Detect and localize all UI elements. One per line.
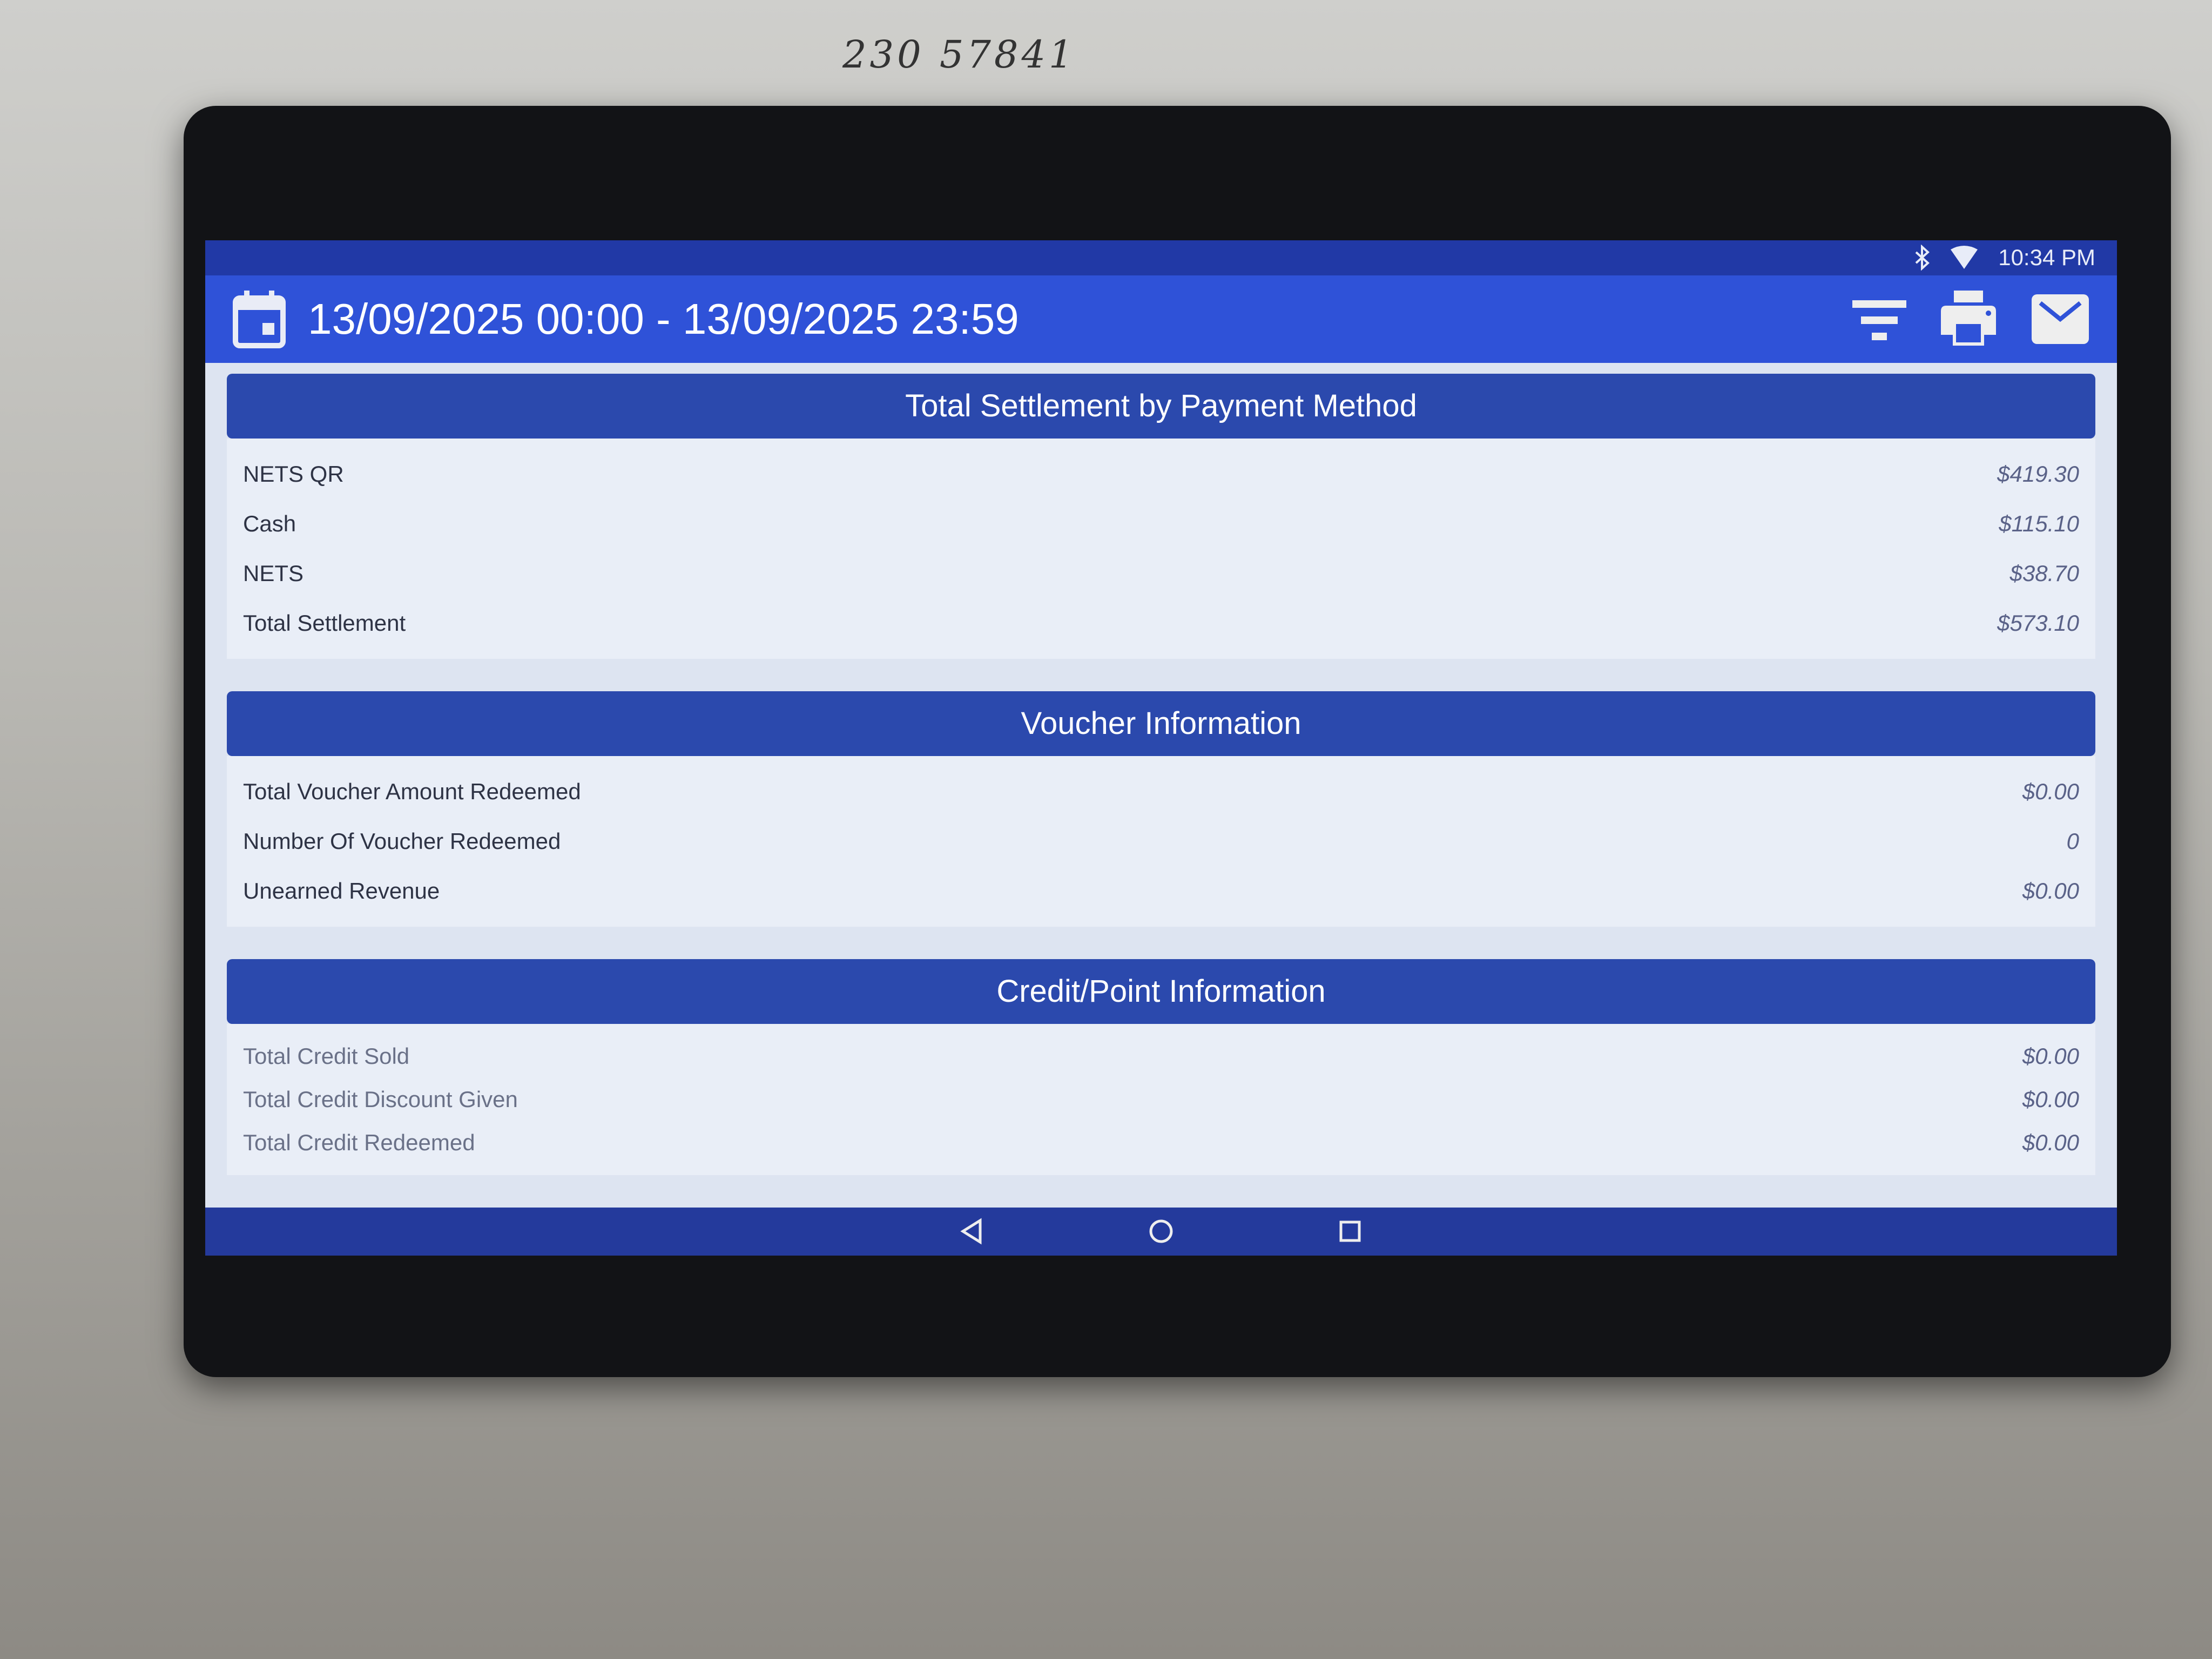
section-header: Credit/Point Information (227, 959, 2095, 1024)
settlement-section: Total Settlement by Payment Method NETS … (227, 373, 2095, 659)
table-row: Total Credit Discount Given $0.00 (243, 1078, 2079, 1121)
home-icon[interactable] (1148, 1218, 1175, 1245)
table-row: Cash $115.10 (243, 499, 2079, 549)
back-icon[interactable] (959, 1218, 986, 1245)
row-value: 0 (2066, 828, 2079, 854)
tablet-screen: 10:34 PM 13/09/2025 00:00 - 13/09/2025 2… (205, 240, 2117, 1256)
voucher-section: Voucher Information Total Voucher Amount… (227, 691, 2095, 927)
table-row: Unearned Revenue $0.00 (243, 866, 2079, 916)
row-value: $419.30 (1997, 461, 2079, 487)
table-row: NETS $38.70 (243, 549, 2079, 598)
status-time: 10:34 PM (1998, 245, 2095, 271)
row-label: NETS (243, 560, 304, 586)
table-row: Total Credit Sold $0.00 (243, 1035, 2079, 1078)
row-label: Total Credit Redeemed (243, 1129, 475, 1155)
table-row: Total Credit Redeemed $0.00 (243, 1121, 2079, 1164)
table-row: Total Voucher Amount Redeemed $0.00 (243, 767, 2079, 817)
row-value: $0.00 (2022, 1129, 2079, 1155)
table-row: Total Settlement $573.10 (243, 598, 2079, 648)
row-label: Number Of Voucher Redeemed (243, 828, 561, 854)
report-content: Total Settlement by Payment Method NETS … (205, 363, 2117, 1208)
credit-section: Credit/Point Information Total Credit So… (227, 959, 2095, 1175)
bluetooth-icon (1914, 245, 1930, 271)
row-label: Total Voucher Amount Redeemed (243, 778, 581, 804)
date-range[interactable]: 13/09/2025 00:00 - 13/09/2025 23:59 (308, 294, 1852, 344)
row-value: $0.00 (2022, 778, 2079, 804)
row-label: Cash (243, 510, 296, 536)
table-row: Number Of Voucher Redeemed 0 (243, 817, 2079, 866)
handwritten-note: 230 57841 (842, 32, 1076, 77)
row-value: $0.00 (2022, 878, 2079, 903)
row-label: Unearned Revenue (243, 878, 440, 903)
wifi-icon (1950, 245, 1979, 270)
row-value: $573.10 (1997, 610, 2079, 636)
email-icon[interactable] (2031, 292, 2090, 346)
section-header: Total Settlement by Payment Method (227, 373, 2095, 439)
section-header: Voucher Information (227, 691, 2095, 756)
table-row: NETS QR $419.30 (243, 449, 2079, 499)
filter-icon[interactable] (1852, 295, 1906, 343)
row-label: NETS QR (243, 461, 344, 487)
app-header: 13/09/2025 00:00 - 13/09/2025 23:59 (205, 275, 2117, 363)
row-value: $0.00 (2022, 1086, 2079, 1112)
row-label: Total Settlement (243, 610, 406, 636)
print-icon[interactable] (1939, 289, 1998, 349)
row-value: $115.10 (1999, 510, 2079, 536)
navigation-bar (205, 1207, 2117, 1256)
recents-icon[interactable] (1337, 1218, 1364, 1245)
status-bar: 10:34 PM (205, 240, 2117, 275)
row-value: $0.00 (2022, 1043, 2079, 1069)
row-value: $38.70 (2009, 560, 2079, 586)
row-label: Total Credit Discount Given (243, 1086, 518, 1112)
calendar-icon[interactable] (232, 289, 286, 349)
row-label: Total Credit Sold (243, 1043, 410, 1069)
